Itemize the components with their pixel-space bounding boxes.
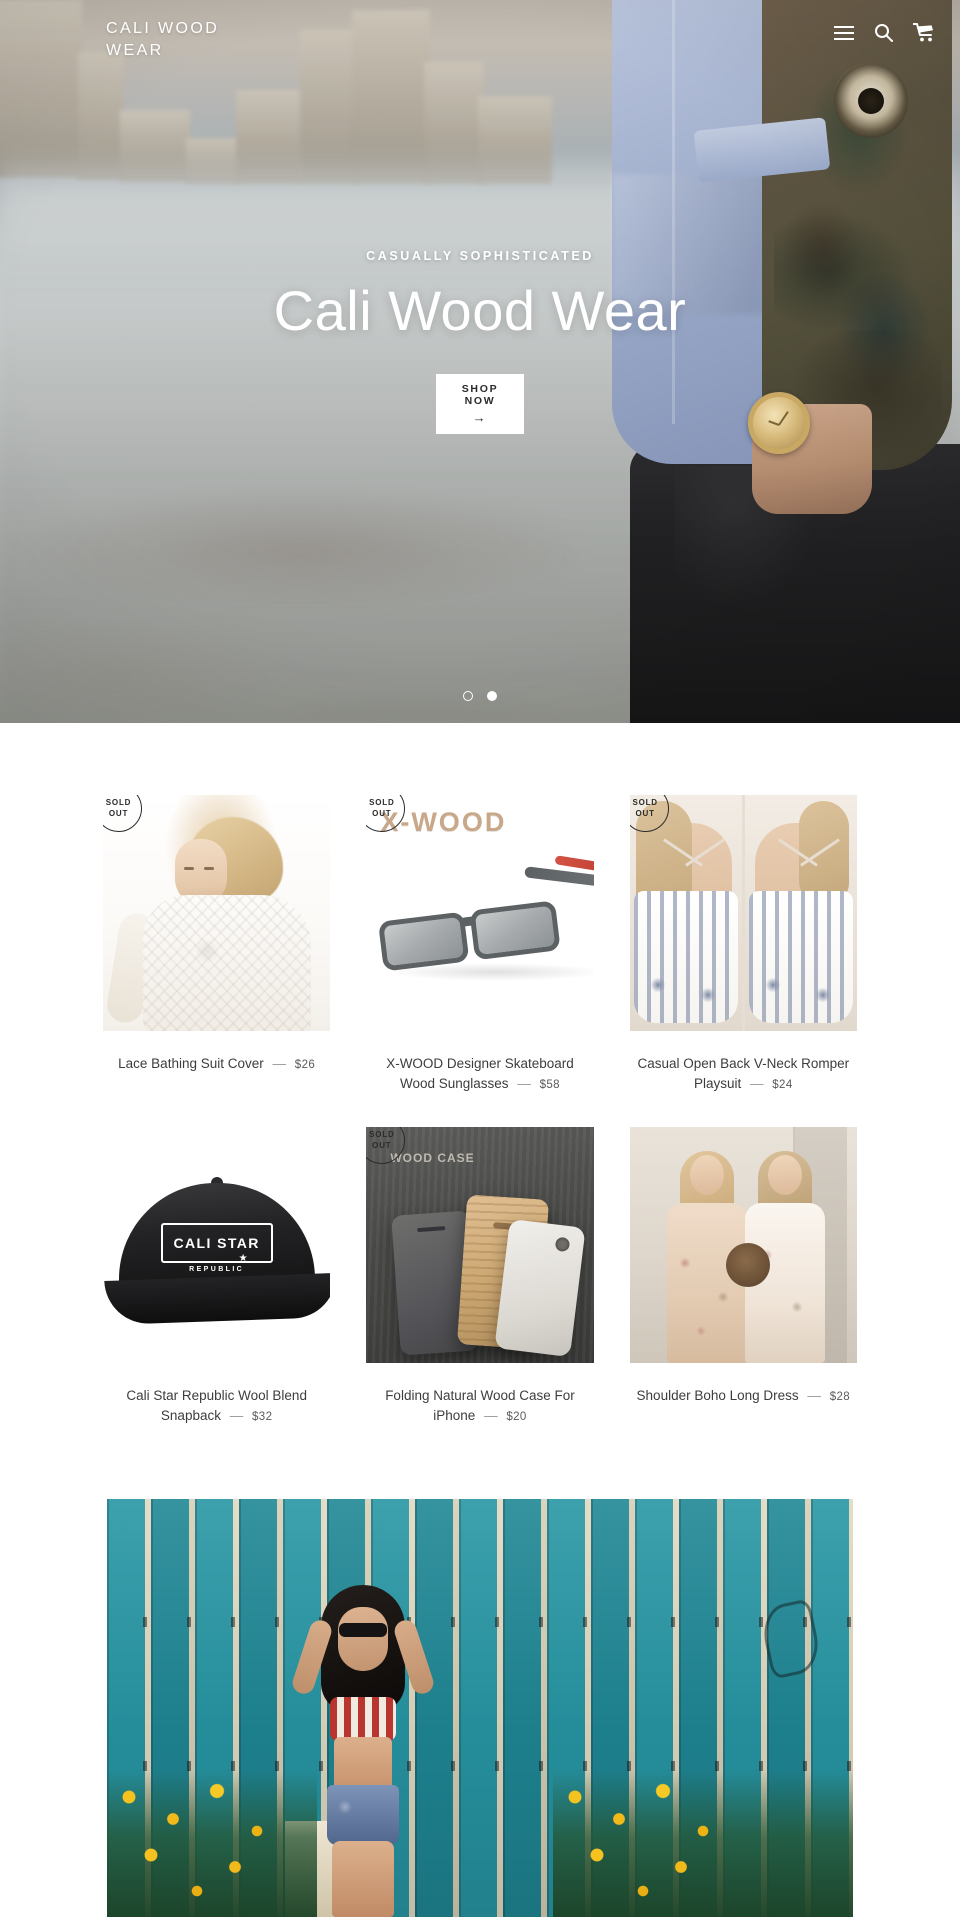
- product-separator: —: [807, 1388, 821, 1404]
- badge-line-1: SOLD: [105, 797, 132, 807]
- product-price: $28: [829, 1391, 851, 1404]
- product-image[interactable]: [629, 1127, 857, 1364]
- header-icon-group: [834, 23, 935, 42]
- romper-garment: [633, 891, 738, 1023]
- product-info: Shoulder Boho Long Dress — $28: [637, 1386, 851, 1406]
- slider-pagination: [0, 691, 960, 701]
- product-info: Cali Star Republic Wool Blend Snapback —…: [109, 1386, 324, 1425]
- slider-dot-1[interactable]: [463, 691, 473, 701]
- site-header: CALI WOOD WEAR: [0, 0, 960, 70]
- product-price: $26: [294, 1059, 316, 1071]
- product-info: X-WOOD Designer Skateboard Wood Sunglass…: [372, 1054, 587, 1093]
- product-card[interactable]: X-WOOD SOLD OUT X-WOOD Designer Skateboa…: [348, 795, 611, 1127]
- shop-now-button[interactable]: SHOP NOW →: [436, 373, 524, 434]
- product-image-brand-text: X-WOOD: [380, 807, 507, 837]
- product-title[interactable]: Folding Natural Wood Case For iPhone: [385, 1388, 575, 1423]
- product-image[interactable]: SOLD OUT: [103, 795, 331, 1031]
- badge-line-2: OUT: [372, 1140, 392, 1150]
- lifestyle-banner-section: [0, 1459, 960, 1917]
- camera-icon: [554, 1236, 570, 1253]
- product-title[interactable]: Cali Star Republic Wool Blend Snapback: [126, 1388, 307, 1423]
- sunflowers-left: [107, 1771, 317, 1917]
- romper-back-view: [741, 795, 857, 1031]
- product-separator: —: [484, 1407, 498, 1423]
- product-image[interactable]: WOOD CASE SOLD OUT: [366, 1127, 594, 1364]
- product-card[interactable]: SOLD OUT Casual Open Back V-Neck Romper …: [612, 795, 875, 1127]
- hero-slider[interactable]: CALI WOOD WEAR CASUALLY SOPHISTICATED Ca…: [0, 0, 960, 723]
- hero-caption: CASUALLY SOPHISTICATED Cali Wood Wear SH…: [0, 0, 960, 723]
- product-price: $20: [506, 1410, 527, 1423]
- product-info: Folding Natural Wood Case For iPhone — $…: [372, 1386, 587, 1425]
- product-shadow: [386, 963, 594, 981]
- product-image[interactable]: X-WOOD SOLD OUT: [366, 795, 594, 1031]
- site-logo[interactable]: CALI WOOD WEAR: [106, 18, 256, 61]
- product-price: $32: [252, 1410, 273, 1423]
- sunglasses-photo: X-WOOD: [366, 795, 594, 1031]
- product-separator: —: [517, 1075, 531, 1091]
- product-price: $58: [539, 1078, 560, 1091]
- boho-dress-photo: [629, 1127, 857, 1364]
- model-legs: [332, 1841, 394, 1917]
- product-image[interactable]: CALI STAR ★ REPUBLIC: [103, 1127, 331, 1364]
- romper-photo: [629, 795, 857, 1031]
- wood-case-photo: WOOD CASE: [366, 1127, 594, 1364]
- fence-nails-row-bottom: [107, 1761, 853, 1772]
- product-separator: —: [750, 1075, 764, 1091]
- product-image-label: WOOD CASE: [390, 1151, 475, 1166]
- product-separator: —: [272, 1056, 287, 1071]
- product-card[interactable]: Shoulder Boho Long Dress — $28: [612, 1127, 875, 1459]
- sunglasses-lens-left: [378, 911, 470, 972]
- product-info: Casual Open Back V-Neck Romper Playsuit …: [636, 1054, 851, 1093]
- sunglasses-temple: [524, 866, 594, 893]
- product-card[interactable]: CALI STAR ★ REPUBLIC Cali Star Republic …: [85, 1127, 348, 1459]
- romper-garment: [748, 891, 853, 1023]
- product-price: $24: [772, 1078, 793, 1091]
- product-image[interactable]: SOLD OUT: [629, 795, 857, 1031]
- model-face: [338, 1607, 388, 1672]
- model-shorts: [327, 1785, 399, 1846]
- product-grid: SOLD OUT Lace Bathing Suit Cover — $26 X…: [0, 723, 960, 1459]
- hero-title: Cali Wood Wear: [273, 279, 687, 343]
- lace-cover-photo: [103, 795, 331, 1031]
- cap-brim: [103, 1273, 331, 1326]
- product-title[interactable]: Casual Open Back V-Neck Romper Playsuit: [638, 1056, 850, 1091]
- sunglasses-lens-right: [469, 900, 562, 961]
- sunglasses-icon: [339, 1623, 387, 1638]
- cap-patch-text: CALI STAR: [160, 1223, 273, 1264]
- shop-now-label: SHOP NOW: [461, 382, 499, 408]
- product-title[interactable]: Shoulder Boho Long Dress: [637, 1388, 799, 1403]
- model-top: [330, 1697, 396, 1742]
- phone-white-case: [494, 1219, 586, 1358]
- slider-dot-2[interactable]: [487, 691, 497, 701]
- straw-hat: [725, 1243, 770, 1288]
- cap-subtext: REPUBLIC: [189, 1266, 245, 1274]
- model-face: [689, 1155, 724, 1196]
- badge-line-1: SOLD: [369, 797, 395, 807]
- badge-line-2: OUT: [108, 808, 129, 818]
- lifestyle-banner-image[interactable]: [107, 1499, 853, 1917]
- phone-speaker: [417, 1226, 446, 1233]
- hero-subtitle: CASUALLY SOPHISTICATED: [366, 249, 594, 264]
- search-icon[interactable]: [874, 23, 893, 42]
- product-title[interactable]: Lace Bathing Suit Cover: [118, 1056, 264, 1071]
- boho-dress: [666, 1203, 747, 1364]
- arrow-right-icon: →: [472, 409, 488, 425]
- badge-line-1: SOLD: [632, 797, 658, 807]
- star-icon: ★: [238, 1253, 248, 1265]
- banner-model: [289, 1585, 437, 1917]
- snapback-photo: CALI STAR ★ REPUBLIC: [103, 1127, 331, 1364]
- sunflowers-right: [553, 1771, 853, 1917]
- menu-icon[interactable]: [834, 25, 854, 40]
- model-face: [767, 1155, 802, 1196]
- product-card[interactable]: WOOD CASE SOLD OUT Folding Natural Wood …: [348, 1127, 611, 1459]
- badge-line-2: OUT: [372, 808, 392, 818]
- product-card[interactable]: SOLD OUT Lace Bathing Suit Cover — $26: [85, 795, 348, 1127]
- product-separator: —: [229, 1407, 244, 1423]
- cart-icon[interactable]: [913, 23, 935, 42]
- product-info: Lace Bathing Suit Cover — $26: [118, 1054, 315, 1074]
- badge-line-2: OUT: [635, 808, 655, 818]
- lace-garment: [142, 895, 311, 1031]
- badge-line-1: SOLD: [369, 1129, 395, 1139]
